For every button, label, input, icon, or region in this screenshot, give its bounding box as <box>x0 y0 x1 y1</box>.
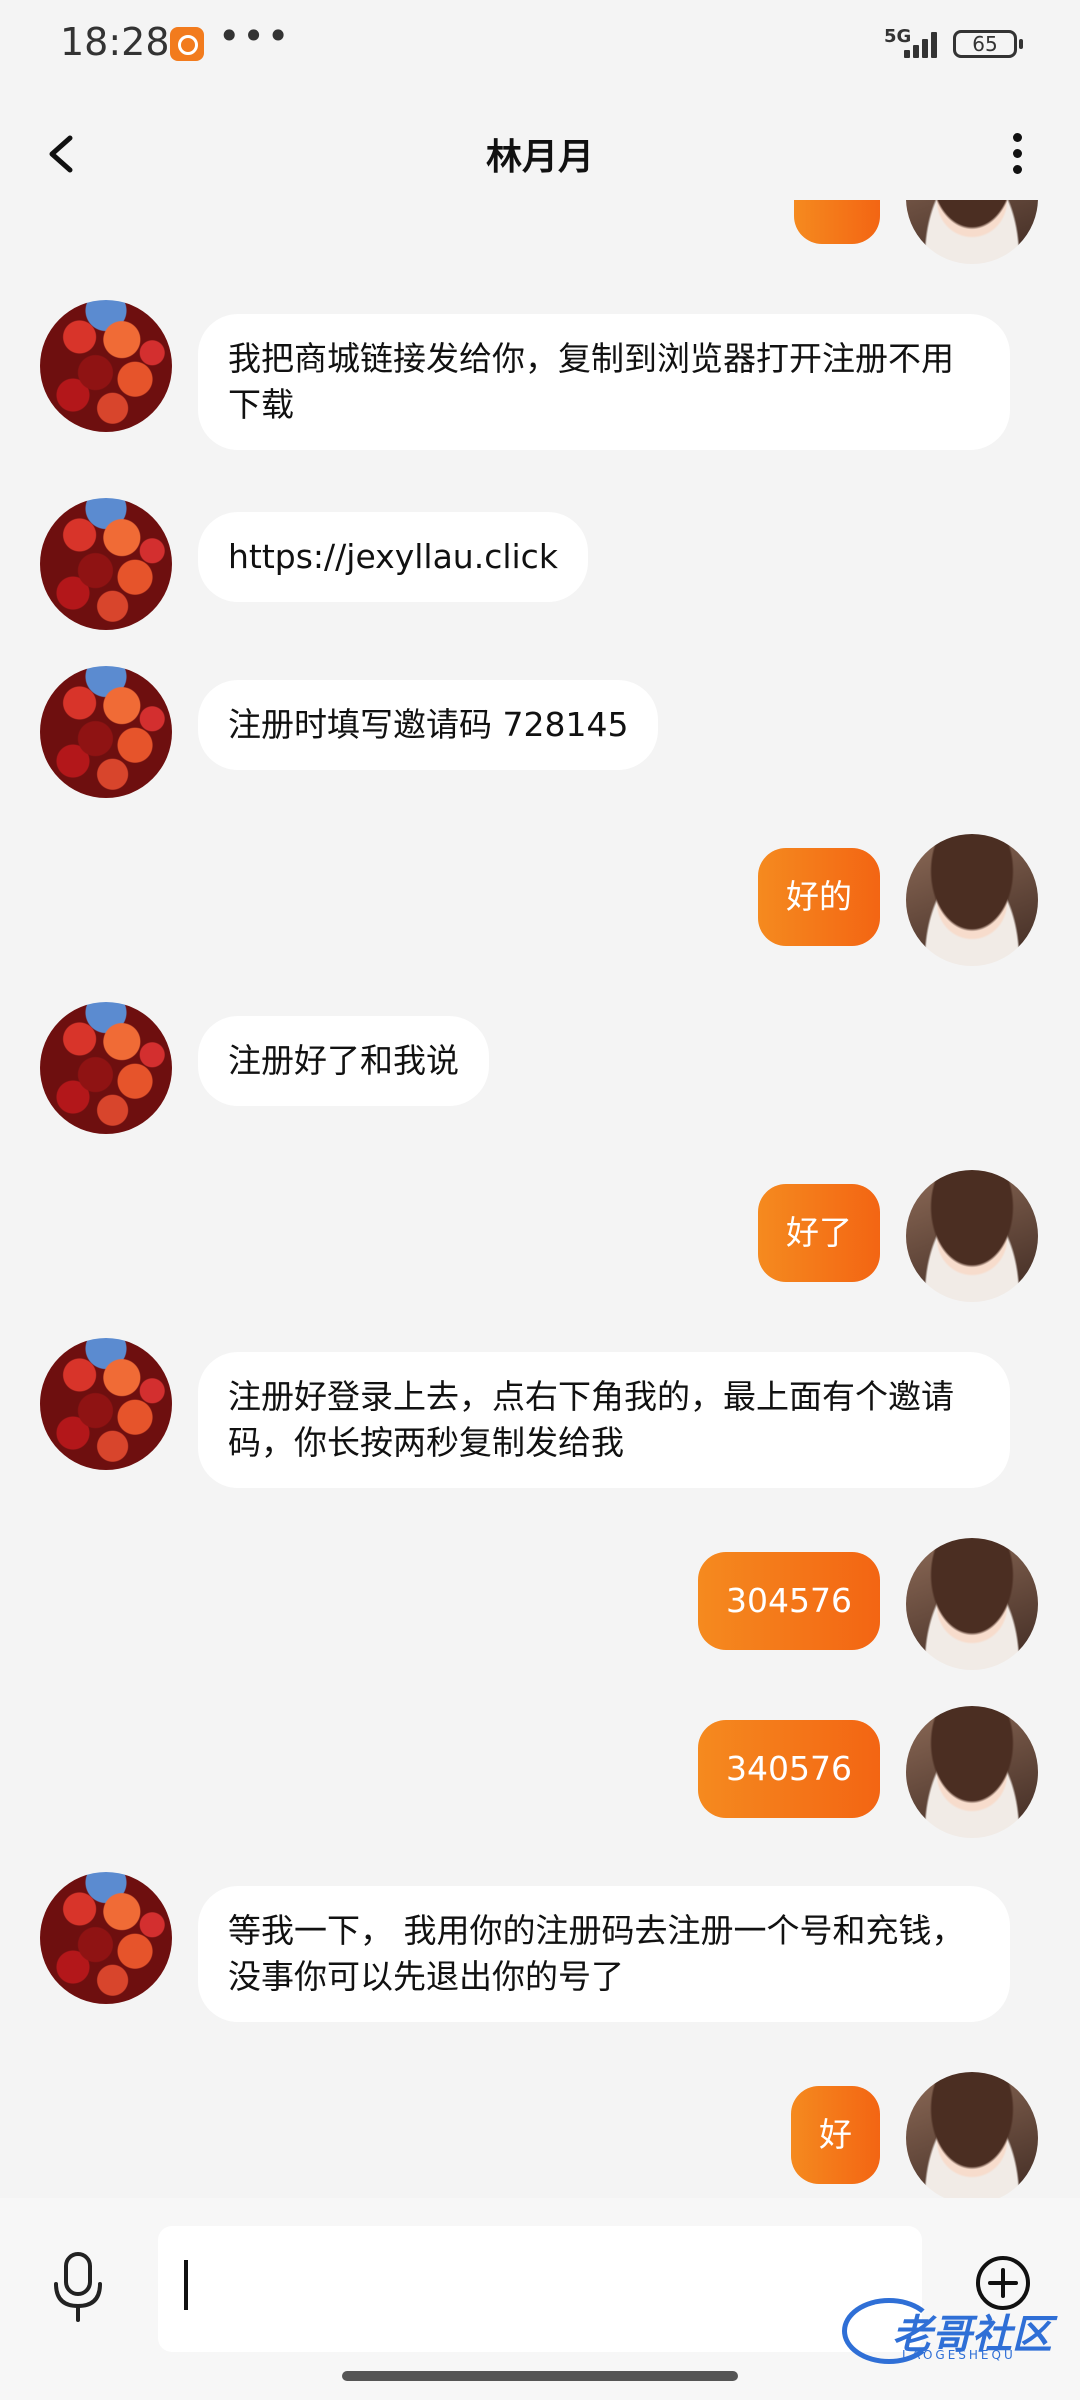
message-bubble-incoming[interactable]: 注册时填写邀请码 728145 <box>198 680 659 770</box>
contact-avatar[interactable] <box>40 1338 172 1470</box>
message-bubble-outgoing-partial[interactable] <box>794 200 880 244</box>
watermark-subtext: LAOGESHEQU <box>902 2348 1016 2362</box>
voice-input-button[interactable] <box>48 2248 108 2328</box>
chat-header: 林月月 <box>0 110 1080 198</box>
message-bubble-outgoing[interactable]: 好 <box>791 2086 880 2184</box>
message-input[interactable] <box>158 2226 922 2352</box>
message-bubble-outgoing[interactable]: 好的 <box>758 848 880 946</box>
self-avatar[interactable] <box>906 2072 1038 2198</box>
contact-avatar[interactable] <box>40 1872 172 2004</box>
input-bar: 老哥社区 LAOGESHEQU <box>0 2198 1080 2400</box>
self-avatar[interactable] <box>906 1170 1038 1302</box>
message-bubble-incoming[interactable]: 等我一下， 我用你的注册码去注册一个号和充钱，没事你可以先退出你的号了 <box>198 1886 1010 2022</box>
more-options-button[interactable] <box>998 126 1038 182</box>
signal-icon <box>904 30 940 58</box>
self-avatar[interactable] <box>906 1538 1038 1670</box>
status-time: 18:28 <box>60 20 170 64</box>
self-avatar[interactable] <box>906 200 1038 264</box>
battery-icon: 65 <box>953 30 1023 58</box>
home-indicator[interactable] <box>342 2371 738 2381</box>
text-cursor <box>184 2260 188 2310</box>
contact-avatar[interactable] <box>40 498 172 630</box>
chat-title: 林月月 <box>485 137 594 178</box>
message-bubble-outgoing[interactable]: 304576 <box>698 1552 880 1650</box>
message-bubble-incoming[interactable]: 我把商城链接发给你，复制到浏览器打开注册不用下载 <box>198 314 1010 450</box>
message-bubble-incoming[interactable]: 注册好了和我说 <box>198 1016 489 1106</box>
message-list[interactable]: 我把商城链接发给你，复制到浏览器打开注册不用下载 https://jexylla… <box>0 200 1080 2198</box>
more-notifications-icon: ••• <box>218 14 292 58</box>
message-bubble-incoming[interactable]: 注册好登录上去，点右下角我的，最上面有个邀请码，你长按两秒复制发给我 <box>198 1352 1010 1488</box>
contact-avatar[interactable] <box>40 666 172 798</box>
self-avatar[interactable] <box>906 834 1038 966</box>
message-bubble-incoming-link[interactable]: https://jexyllau.click <box>198 512 588 602</box>
message-bubble-outgoing[interactable]: 好了 <box>758 1184 880 1282</box>
self-avatar[interactable] <box>906 1706 1038 1838</box>
microphone-icon <box>54 2252 102 2322</box>
contact-avatar[interactable] <box>40 300 172 432</box>
app-notification-icon <box>170 27 204 61</box>
status-bar: 18:28 ••• 5G 65 <box>0 0 1080 90</box>
contact-avatar[interactable] <box>40 1002 172 1134</box>
watermark-logo: 老哥社区 LAOGESHEQU <box>840 2294 1066 2374</box>
message-bubble-outgoing[interactable]: 340576 <box>698 1720 880 1818</box>
